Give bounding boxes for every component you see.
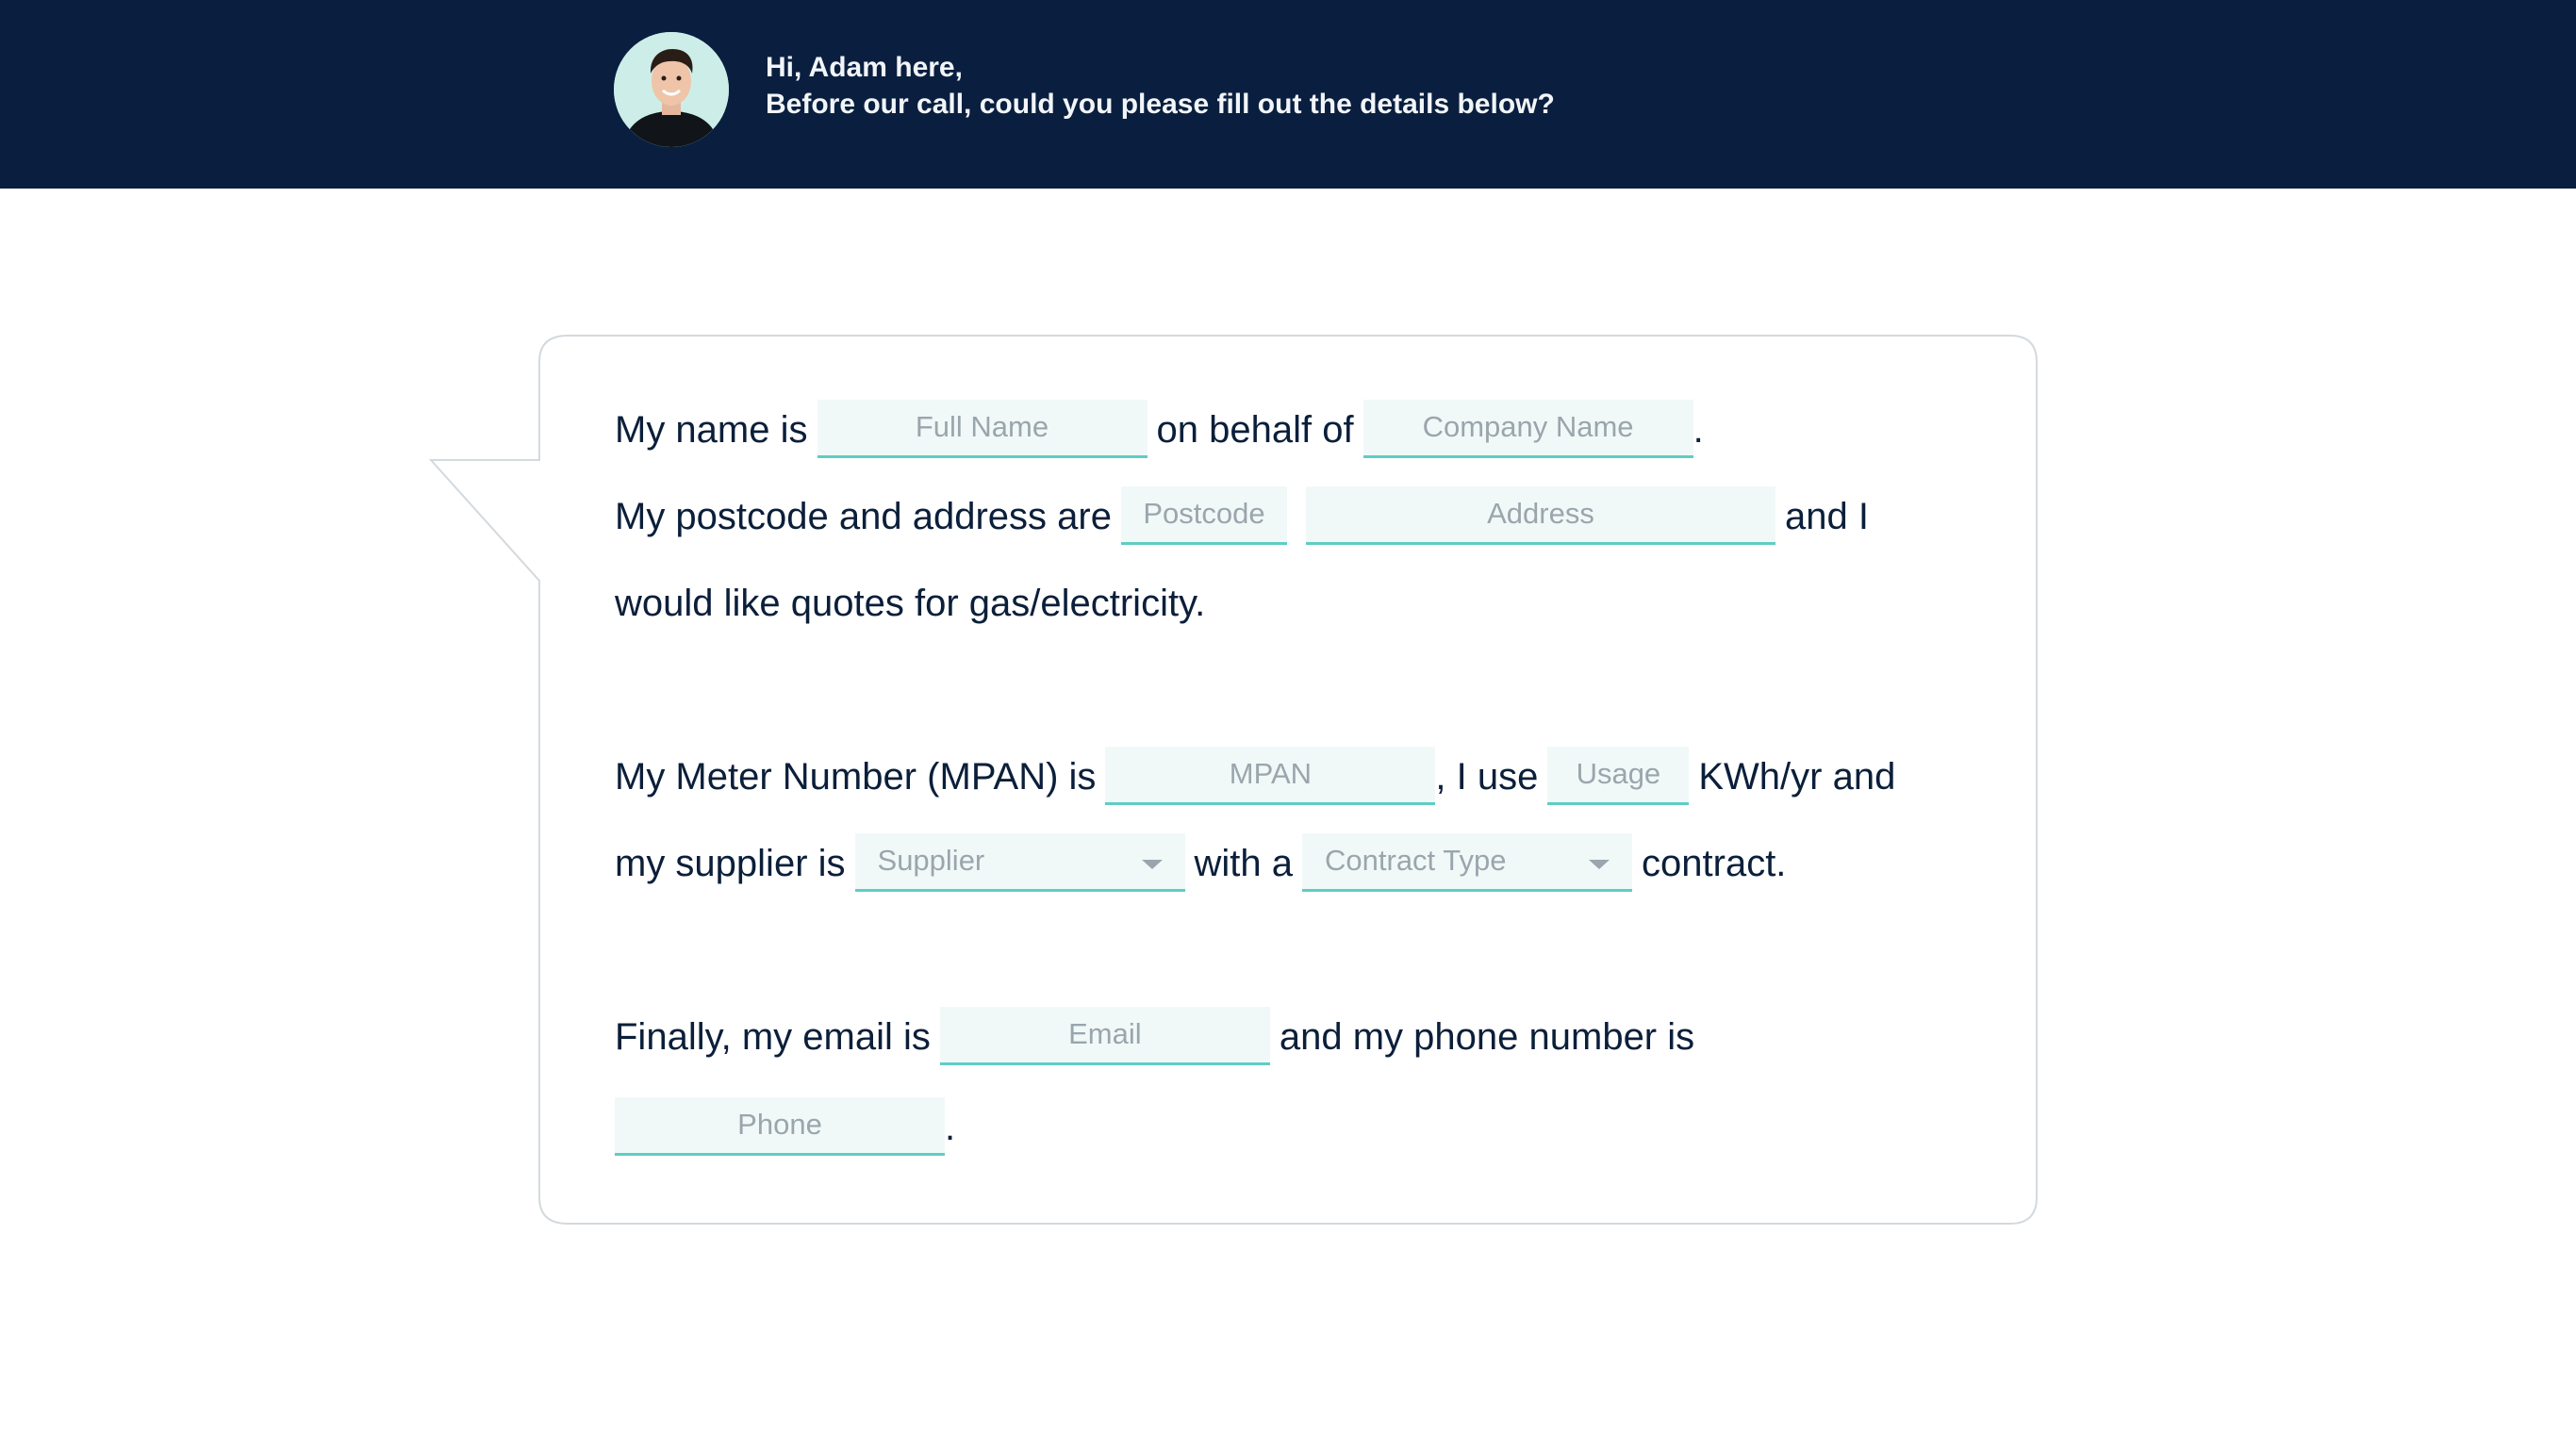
form-line-meter: My Meter Number (MPAN) is MPAN , I use U… xyxy=(615,745,1895,805)
postcode-input[interactable]: Postcode xyxy=(1120,486,1287,545)
supplier-select[interactable]: Supplier xyxy=(854,833,1185,892)
supplier-label: my supplier is xyxy=(615,843,846,884)
on-behalf-label: on behalf of xyxy=(1156,409,1354,451)
contract-label: contract. xyxy=(1642,843,1787,884)
supplier-select-value: Supplier xyxy=(877,844,985,877)
phone-label: and my phone number is xyxy=(1279,1016,1695,1058)
chevron-down-icon xyxy=(1589,860,1610,869)
greeting-line-1: Hi, Adam here, xyxy=(766,52,963,83)
name-label: My name is xyxy=(615,409,808,451)
form-line-name: My name is Full Name on behalf of Compan… xyxy=(615,398,1704,458)
greeting-line-2: Before our call, could you please fill o… xyxy=(766,89,1555,120)
quotes-label: would like quotes for gas/electricity. xyxy=(615,583,1206,624)
form-line-email: Finally, my email is Email and my phone … xyxy=(615,1005,1694,1065)
email-label: Finally, my email is xyxy=(615,1016,931,1058)
greeting-message: Hi, Adam here, Before our call, could yo… xyxy=(766,49,1555,123)
person-avatar-icon xyxy=(614,32,729,147)
full-name-input[interactable]: Full Name xyxy=(817,400,1148,458)
header-bar: Hi, Adam here, Before our call, could yo… xyxy=(0,0,2576,189)
email-input[interactable]: Email xyxy=(939,1007,1270,1065)
form-line-address: My postcode and address are Postcode Add… xyxy=(615,485,1869,545)
company-name-input[interactable]: Company Name xyxy=(1362,400,1693,458)
avatar xyxy=(614,32,729,147)
line7-period: . xyxy=(945,1107,956,1148)
form-line-supplier: my supplier is Supplier with a Contract … xyxy=(615,831,1786,892)
contract-type-select-value: Contract Type xyxy=(1325,844,1507,877)
form-line-phone: Phone . xyxy=(615,1095,955,1156)
and-i-label: and I xyxy=(1784,496,1869,537)
postcode-address-label: My postcode and address are xyxy=(615,496,1112,537)
i-use-label: , I use xyxy=(1435,756,1539,798)
kwh-label: KWh/yr and xyxy=(1698,756,1896,798)
mpan-input[interactable]: MPAN xyxy=(1105,747,1436,805)
phone-input[interactable]: Phone xyxy=(615,1097,945,1156)
speech-bubble xyxy=(428,335,2038,1225)
line1-period: . xyxy=(1693,409,1704,451)
chevron-down-icon xyxy=(1141,860,1163,869)
with-a-label: with a xyxy=(1194,843,1294,884)
mpan-label: My Meter Number (MPAN) is xyxy=(615,756,1097,798)
form-line-quotes: would like quotes for gas/electricity. xyxy=(615,571,1205,632)
contract-type-select[interactable]: Contract Type xyxy=(1302,833,1633,892)
usage-input[interactable]: Usage xyxy=(1547,747,1690,805)
address-input[interactable]: Address xyxy=(1305,486,1775,545)
